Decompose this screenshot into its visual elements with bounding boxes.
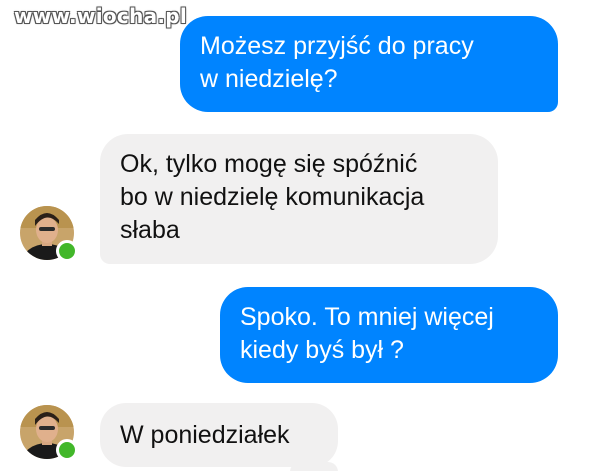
contact-avatar[interactable]	[20, 206, 78, 262]
message-bubble-sent[interactable]: Możesz przyjść do pracy w niedzielę?	[180, 16, 558, 112]
message-bubble-received[interactable]: Ok, tylko mogę się spóźnić bo w niedziel…	[100, 134, 498, 264]
watermark: www.wiocha.pl	[14, 4, 188, 28]
online-status-icon	[56, 439, 78, 461]
chat-screen: www.wiocha.pl Możesz przyjść do pracy w …	[0, 0, 600, 471]
message-bubble-received[interactable]: W poniedziałek	[100, 403, 338, 467]
online-status-icon	[56, 240, 78, 262]
message-bubble-sent[interactable]: Spoko. To mniej więcej kiedy byś był ?	[220, 287, 558, 383]
contact-avatar[interactable]	[20, 405, 78, 461]
typing-indicator	[290, 462, 338, 471]
